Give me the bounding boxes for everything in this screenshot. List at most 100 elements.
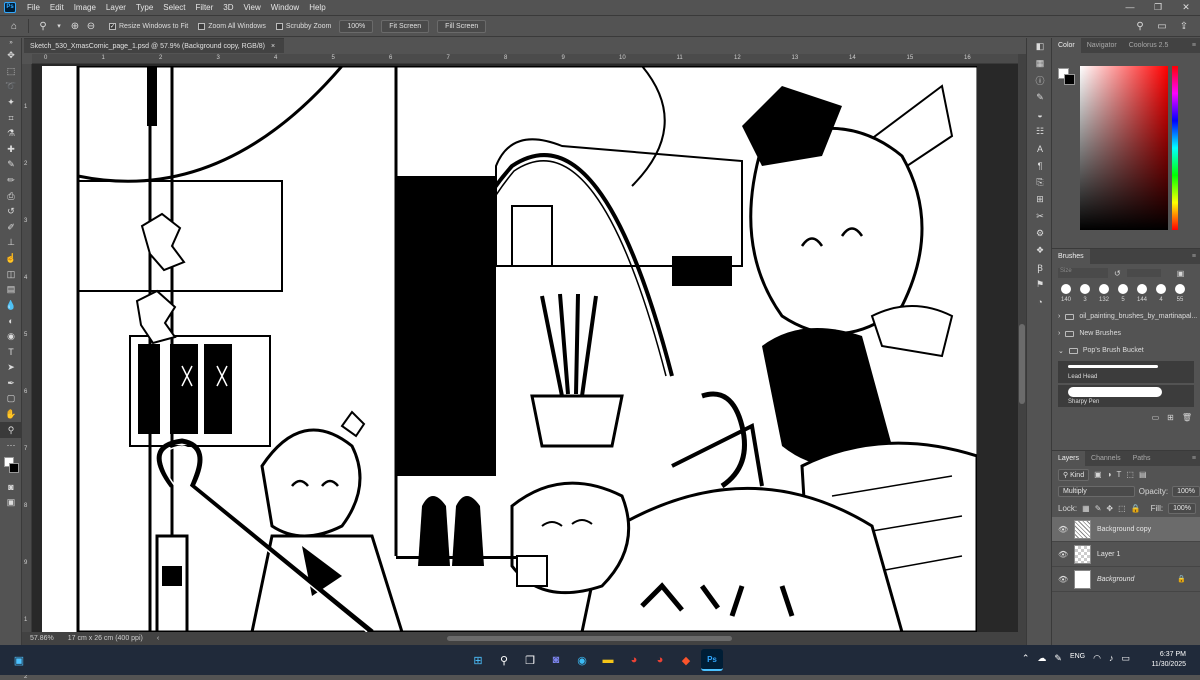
menu-help[interactable]: Help xyxy=(304,3,330,12)
clone-stamp-icon[interactable]: ⎙ xyxy=(0,188,22,204)
fit-screen-button[interactable]: Fit Screen xyxy=(381,19,430,33)
workspace-icon[interactable]: ▭ xyxy=(1154,18,1170,34)
cloud-icon[interactable]: ☁ xyxy=(1037,653,1046,664)
menu-edit[interactable]: Edit xyxy=(45,3,69,12)
eye-icon[interactable]: 👁 xyxy=(1058,575,1068,584)
tab-coolorus[interactable]: Coolorus 2.5 xyxy=(1123,38,1175,53)
restore-button[interactable]: ❐ xyxy=(1144,0,1172,14)
quick-mask-icon[interactable]: ◙ xyxy=(0,479,22,495)
file-explorer-icon[interactable]: ▬ xyxy=(597,649,619,671)
menu-layer[interactable]: Layer xyxy=(101,3,131,12)
clock[interactable]: 6:37 PM 11/30/2025 xyxy=(1151,650,1186,670)
brush-sharpy-pen[interactable]: Sharpy Pen xyxy=(1058,385,1194,407)
history-icon[interactable]: ⊞ xyxy=(1027,191,1053,208)
chevron-up-icon[interactable]: ⌃ xyxy=(1022,653,1030,664)
zoom-100-button[interactable]: 100% xyxy=(339,19,374,33)
gradient-tool-icon[interactable]: ▤ xyxy=(0,282,22,298)
opacity-field[interactable]: 100% xyxy=(1172,486,1200,497)
brush-settings-icon[interactable]: ❖ xyxy=(1027,242,1053,259)
search-icon[interactable]: ⚲ xyxy=(1132,18,1148,34)
dodge-tool-icon[interactable]: ◐ xyxy=(0,313,22,329)
properties-icon[interactable]: ☷ xyxy=(1027,123,1053,140)
collapse-icon[interactable]: » xyxy=(0,38,22,48)
edge-icon[interactable]: ◉ xyxy=(571,649,593,671)
volume-icon[interactable]: ♪ xyxy=(1109,653,1114,664)
tab-layers[interactable]: Layers xyxy=(1052,451,1086,466)
windows-start-icon[interactable]: ⊞ xyxy=(467,649,489,671)
panel-menu-icon[interactable]: ≡ xyxy=(1188,451,1200,466)
share-icon[interactable]: ⇪ xyxy=(1176,18,1192,34)
marquee-tool-icon[interactable]: ⬚ xyxy=(0,64,22,80)
layer-row[interactable]: 👁 Background copy xyxy=(1052,517,1200,542)
menu-window[interactable]: Window xyxy=(266,3,304,12)
sponge-tool-icon[interactable]: ◉ xyxy=(0,329,22,345)
path-select-icon[interactable]: ➤ xyxy=(0,360,22,376)
new-brush-icon[interactable]: ▣ xyxy=(1177,269,1185,278)
brush-tool-icon[interactable]: ✎ xyxy=(0,157,22,173)
panel-menu-icon[interactable]: ≡ xyxy=(1188,249,1200,264)
scrubby-zoom-checkbox[interactable]: Scrubby Zoom xyxy=(275,22,331,30)
layer-row[interactable]: 👁 Layer 1 xyxy=(1052,542,1200,567)
blend-mode-dropdown[interactable]: Multiply xyxy=(1058,486,1135,497)
blur-tool-icon[interactable]: 💧 xyxy=(0,298,22,314)
fill-screen-button[interactable]: Fill Screen xyxy=(437,19,487,33)
language-indicator[interactable]: ENG xyxy=(1070,653,1085,664)
brush-lead-head[interactable]: Lead Head xyxy=(1058,361,1194,383)
menu-image[interactable]: Image xyxy=(69,3,101,12)
brush-preset[interactable]: 3 xyxy=(1077,284,1093,306)
clone-source-icon[interactable]: ⎘ xyxy=(1027,174,1053,191)
resize-windows-checkbox[interactable]: ✓ Resize Windows to Fit xyxy=(109,22,188,30)
layer-name[interactable]: Layer 1 xyxy=(1097,551,1120,558)
menu-select[interactable]: Select xyxy=(158,3,190,12)
wifi-icon[interactable]: ◠ xyxy=(1093,653,1101,664)
brave-icon[interactable]: ◆ xyxy=(675,649,697,671)
hand-tool-icon[interactable]: ✋ xyxy=(0,407,22,423)
brush-preset[interactable]: 144 xyxy=(1134,284,1150,306)
pen-tool-icon[interactable]: ✒ xyxy=(0,375,22,391)
timeline-icon[interactable]: ⚑ xyxy=(1027,276,1053,293)
menu-file[interactable]: File xyxy=(22,3,45,12)
lock-move-icon[interactable]: ✥ xyxy=(1106,504,1113,513)
eye-icon[interactable]: 👁 xyxy=(1058,550,1068,559)
brush-folder-new[interactable]: › New Brushes xyxy=(1052,325,1200,342)
tool-presets-icon[interactable]: ⚙ xyxy=(1027,225,1053,242)
tab-paths[interactable]: Paths xyxy=(1127,451,1157,466)
minimize-button[interactable]: — xyxy=(1116,0,1144,14)
fill-field[interactable]: 100% xyxy=(1168,503,1196,514)
styles-icon[interactable]: ◔ xyxy=(1027,293,1053,310)
tab-channels[interactable]: Channels xyxy=(1085,451,1127,466)
brush-size-field[interactable]: Size xyxy=(1058,268,1108,278)
glyphs-icon[interactable]: Ꞵ xyxy=(1027,259,1053,276)
tab-navigator[interactable]: Navigator xyxy=(1081,38,1123,53)
new-icon[interactable]: ⊞ xyxy=(1167,413,1174,422)
zoom-in-icon[interactable]: ⊕ xyxy=(67,18,83,34)
pen-icon[interactable]: ✎ xyxy=(1054,653,1062,664)
color-picker-field[interactable] xyxy=(1080,66,1168,230)
crop-tool-icon[interactable]: ⌗ xyxy=(0,110,22,126)
lock-paint-icon[interactable]: ✎ xyxy=(1095,504,1102,513)
vertical-scrollbar[interactable] xyxy=(1018,54,1026,632)
more-tools-icon[interactable]: ⋯ xyxy=(0,438,22,454)
zoom-tool-icon[interactable]: ⚲ xyxy=(0,422,22,438)
menu-3d[interactable]: 3D xyxy=(218,3,238,12)
home-icon[interactable]: ⌂ xyxy=(6,18,22,34)
move-tool-icon[interactable]: ✥ xyxy=(0,48,22,64)
filter-smart-icon[interactable]: ▤ xyxy=(1139,470,1147,479)
paragraph-icon[interactable]: ¶ xyxy=(1027,157,1053,174)
teams-icon[interactable]: ◙ xyxy=(545,649,567,671)
screen-mode-icon[interactable]: ▣ xyxy=(0,495,22,511)
lock-all-icon[interactable]: 🔒 xyxy=(1131,504,1141,513)
background-color-swatch[interactable] xyxy=(9,463,19,474)
swatches-icon[interactable]: ▦ xyxy=(1027,55,1053,72)
chevron-right-icon[interactable]: ‹ xyxy=(157,635,159,642)
rectangle-tool-icon[interactable]: ▢ xyxy=(0,391,22,407)
actions-icon[interactable]: ✂ xyxy=(1027,208,1053,225)
layer-row[interactable]: 👁 Background 🔒 xyxy=(1052,567,1200,592)
horizontal-scroll-thumb[interactable] xyxy=(447,636,732,641)
lasso-tool-icon[interactable]: ➰ xyxy=(0,79,22,95)
brush-preset[interactable]: 4 xyxy=(1153,284,1169,306)
close-tab-icon[interactable]: × xyxy=(271,43,275,50)
brush-preset[interactable]: 5 xyxy=(1115,284,1131,306)
layer-name[interactable]: Background copy xyxy=(1097,526,1151,533)
adjustments-icon[interactable]: ◒ xyxy=(1027,106,1053,123)
